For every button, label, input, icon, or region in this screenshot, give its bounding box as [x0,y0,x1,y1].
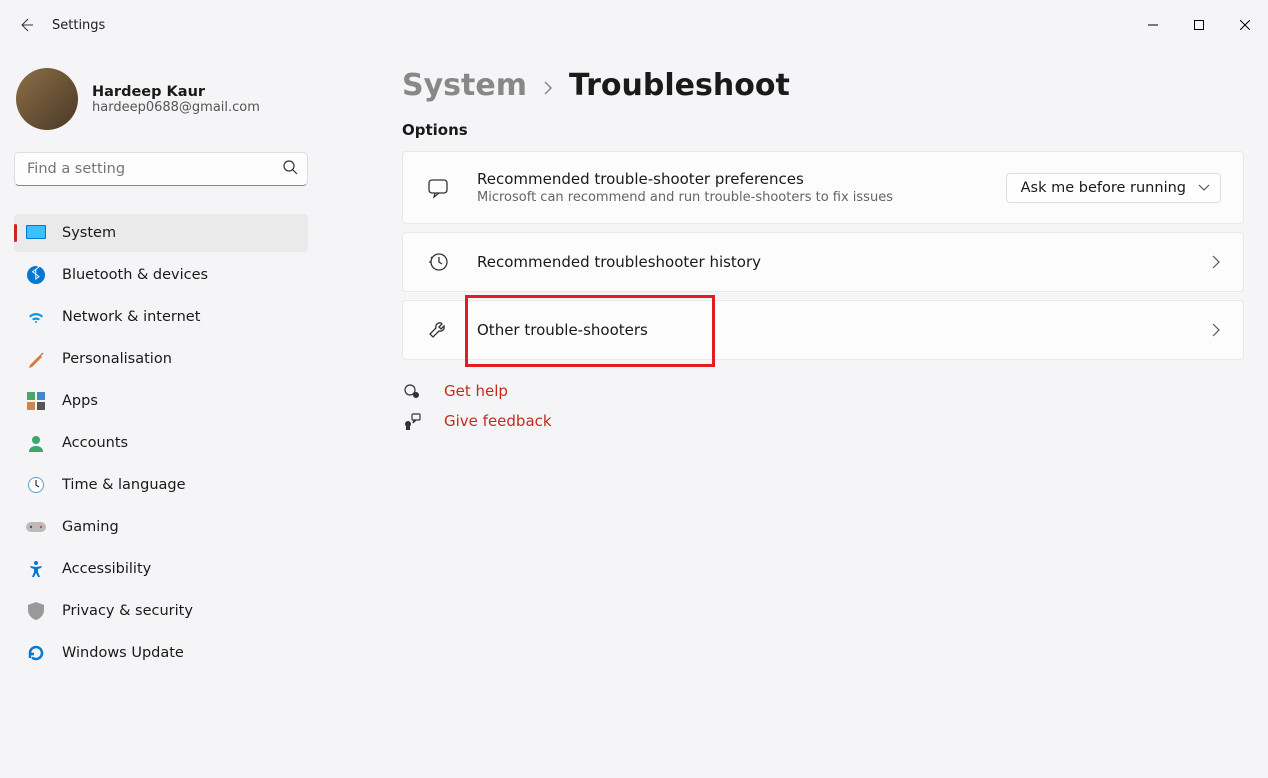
breadcrumb-current: Troubleshoot [569,68,790,103]
main-content: System Troubleshoot Options Recommended … [322,50,1268,778]
shield-icon [26,602,46,620]
accessibility-icon [26,560,46,578]
sidebar-item-label: Gaming [62,519,119,535]
sidebar-item-label: Apps [62,393,98,409]
chevron-right-icon [543,81,553,95]
wifi-icon [26,309,46,325]
sidebar-item-privacy[interactable]: Privacy & security [14,592,308,630]
clock-icon [26,476,46,494]
sidebar-item-label: Accounts [62,435,128,451]
prefs-dropdown[interactable]: Ask me before running [1006,173,1221,203]
section-label-options: Options [402,121,1244,139]
link-give-feedback[interactable]: Give feedback [402,412,1244,430]
sidebar-item-system[interactable]: System [14,214,308,252]
chevron-right-icon [1212,255,1221,269]
back-button[interactable] [18,17,34,33]
maximize-button[interactable] [1176,5,1222,45]
link-label: Get help [444,382,508,400]
app-title: Settings [52,18,105,33]
profile-block[interactable]: Hardeep Kaur hardeep0688@gmail.com [16,68,308,130]
sidebar-item-label: Network & internet [62,309,200,325]
apps-icon [26,392,46,410]
sidebar-item-accounts[interactable]: Accounts [14,424,308,462]
person-icon [26,434,46,452]
nav-list: System Bluetooth & devices Network & int… [14,214,308,672]
link-label: Give feedback [444,412,552,430]
card-other-troubleshooters[interactable]: Other trouble-shooters [402,300,1244,360]
dropdown-value: Ask me before running [1021,180,1186,196]
sidebar-item-label: Privacy & security [62,603,193,619]
sidebar-item-label: Time & language [62,477,186,493]
sidebar-item-gaming[interactable]: Gaming [14,508,308,546]
sidebar-item-apps[interactable]: Apps [14,382,308,420]
breadcrumb-parent[interactable]: System [402,68,527,103]
wrench-icon [425,319,451,341]
svg-text:?: ? [415,393,418,399]
card-title: Other trouble-shooters [477,321,1186,339]
card-title: Recommended troubleshooter history [477,253,1186,271]
chat-icon [425,177,451,199]
sidebar-item-label: Accessibility [62,561,151,577]
help-icon: ? [402,382,422,400]
link-get-help[interactable]: ? Get help [402,382,1244,400]
sidebar-item-label: Personalisation [62,351,172,367]
feedback-icon [402,412,422,430]
close-button[interactable] [1222,5,1268,45]
sidebar-item-update[interactable]: Windows Update [14,634,308,672]
history-icon [425,251,451,273]
sidebar-item-network[interactable]: Network & internet [14,298,308,336]
minimize-button[interactable] [1130,5,1176,45]
card-title: Recommended trouble-shooter preferences [477,170,980,188]
breadcrumb: System Troubleshoot [402,68,1244,103]
sidebar: Hardeep Kaur hardeep0688@gmail.com Syste… [0,50,322,778]
title-bar: Settings [0,0,1268,50]
chevron-down-icon [1198,184,1210,192]
sidebar-item-time-language[interactable]: Time & language [14,466,308,504]
card-recommended-preferences: Recommended trouble-shooter preferences … [402,151,1244,224]
sidebar-item-personalisation[interactable]: Personalisation [14,340,308,378]
sidebar-item-label: Bluetooth & devices [62,267,208,283]
sidebar-item-accessibility[interactable]: Accessibility [14,550,308,588]
avatar [16,68,78,130]
profile-email: hardeep0688@gmail.com [92,100,260,115]
gamepad-icon [26,520,46,534]
chevron-right-icon [1212,323,1221,337]
search-input[interactable] [14,152,308,186]
card-troubleshooter-history[interactable]: Recommended troubleshooter history [402,232,1244,292]
monitor-icon [26,225,46,241]
sidebar-item-label: Windows Update [62,645,184,661]
card-subtitle: Microsoft can recommend and run trouble-… [477,190,980,205]
sidebar-item-bluetooth[interactable]: Bluetooth & devices [14,256,308,294]
profile-name: Hardeep Kaur [92,84,260,100]
bluetooth-icon [26,266,46,284]
search-icon[interactable] [282,159,298,175]
update-icon [26,644,46,662]
sidebar-item-label: System [62,225,116,241]
paint-icon [26,350,46,368]
